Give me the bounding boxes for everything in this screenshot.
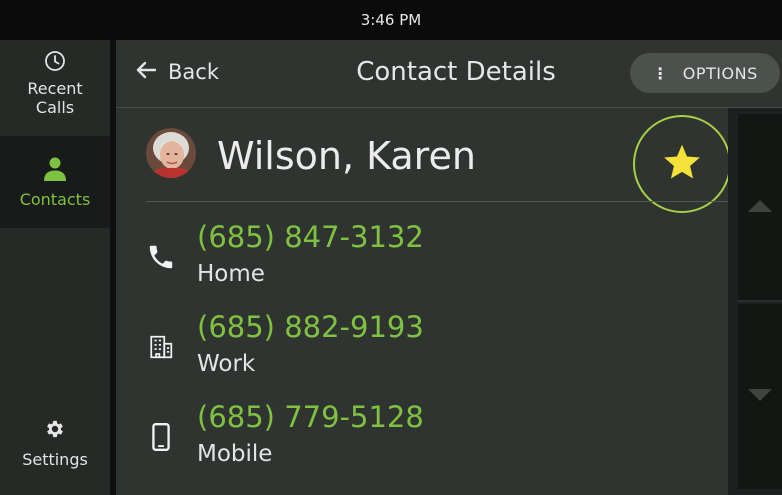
phone-entry-mobile[interactable]: (685) 779-5128 Mobile	[116, 398, 728, 488]
phone-entry-home[interactable]: (685) 847-3132 Home	[116, 218, 728, 308]
contact-details-panel: Back Contact Details ⋮ OPTIONS Wilson, K…	[116, 40, 782, 495]
star-icon	[662, 143, 702, 185]
sidebar: Recent Calls Contacts Settings	[0, 40, 110, 495]
status-bar: 3:46 PM	[0, 0, 782, 40]
sidebar-item-label: Contacts	[19, 189, 91, 209]
clock-time: 3:46 PM	[360, 11, 422, 29]
page-title: Contact Details	[356, 57, 556, 87]
mobile-icon	[144, 420, 178, 454]
more-vertical-icon: ⋮	[652, 63, 669, 83]
phone-number: (685) 779-5128	[197, 400, 424, 434]
phone-icon	[144, 240, 178, 274]
clock-icon	[44, 50, 66, 76]
phone-type: Home	[197, 261, 265, 287]
back-label: Back	[168, 60, 219, 84]
options-button[interactable]: ⋮ OPTIONS	[630, 53, 780, 93]
phone-type: Work	[197, 351, 256, 377]
person-icon	[43, 156, 67, 186]
triangle-down-icon	[747, 387, 773, 406]
phone-entry-work[interactable]: (685) 882-9193 Work	[116, 308, 728, 398]
arrow-left-icon	[136, 60, 168, 84]
top-bar: Back Contact Details ⋮ OPTIONS	[116, 40, 782, 108]
gear-icon	[44, 418, 66, 444]
options-label: OPTIONS	[682, 63, 758, 83]
sidebar-item-label: Recent Calls	[27, 79, 83, 117]
phone-number: (685) 882-9193	[197, 310, 424, 344]
contact-name: Wilson, Karen	[217, 134, 476, 178]
avatar	[146, 128, 196, 178]
sidebar-item-contacts[interactable]: Contacts	[0, 136, 110, 228]
scroll-down-button[interactable]	[738, 304, 782, 489]
sidebar-item-label: Settings	[22, 450, 88, 469]
sidebar-item-settings[interactable]: Settings	[0, 418, 110, 488]
building-icon	[144, 330, 178, 364]
favorite-button[interactable]	[633, 115, 731, 213]
sidebar-item-recent-calls[interactable]: Recent Calls	[0, 50, 110, 140]
scroll-up-button[interactable]	[738, 114, 782, 302]
contact-header: Wilson, Karen	[116, 108, 731, 213]
phone-type: Mobile	[197, 441, 273, 467]
triangle-up-icon	[747, 198, 773, 217]
phone-number: (685) 847-3132	[197, 220, 424, 254]
header-divider	[146, 201, 728, 202]
back-button[interactable]: Back	[136, 60, 219, 84]
